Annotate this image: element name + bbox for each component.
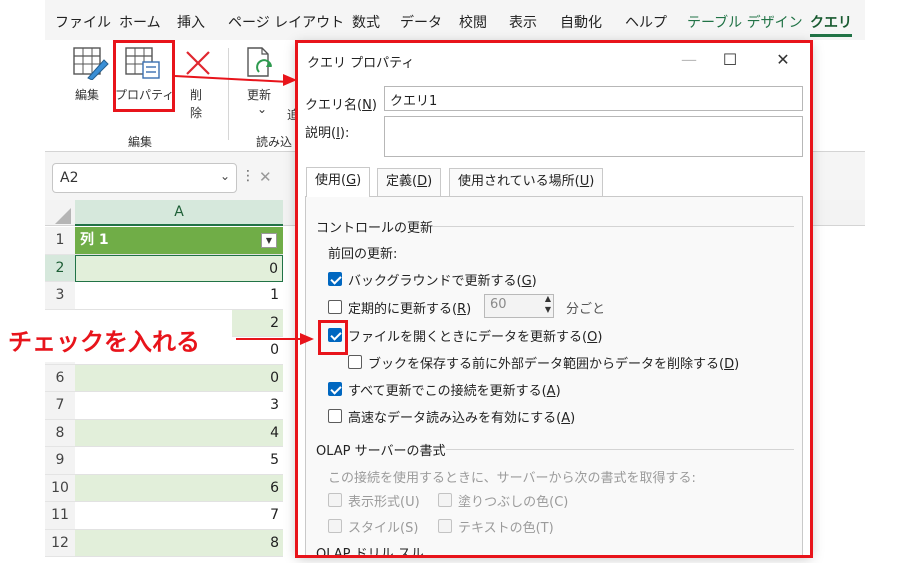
tab-usage[interactable]: 使用(G): [306, 167, 371, 197]
row-header[interactable]: 8: [45, 419, 75, 447]
row-header[interactable]: 6: [45, 364, 75, 392]
row-header[interactable]: 10: [45, 474, 75, 502]
delete-button-label-2: 除: [190, 106, 203, 120]
table-header-cell[interactable]: 列 1: [75, 227, 283, 255]
row-header[interactable]: 7: [45, 392, 75, 420]
menu-page-layout[interactable]: ページ レイアウト: [228, 12, 344, 32]
name-box-value: A2: [60, 170, 79, 186]
menu-bar: ファイル ホーム 挿入 ページ レイアウト 数式 データ 校閲 表示 自動化 ヘ…: [45, 0, 865, 40]
refresh-button-label[interactable]: 更新: [247, 86, 271, 103]
menu-data[interactable]: データ: [400, 12, 442, 32]
delete-button-label-1[interactable]: 削: [190, 86, 202, 103]
highlight-refresh-on-open-checkbox: [318, 320, 348, 355]
table-cell[interactable]: 8: [75, 529, 283, 557]
ribbon-group-edit: 編集: [128, 135, 153, 149]
table-cell[interactable]: 0: [75, 254, 283, 282]
edit-query-icon[interactable]: [73, 46, 109, 80]
menu-home[interactable]: ホーム: [119, 12, 161, 32]
row-header[interactable]: 1: [45, 227, 75, 255]
row-header[interactable]: 11: [45, 502, 75, 530]
callout-text: チェックを入れる: [8, 328, 200, 356]
ribbon-group-load: 読み込: [256, 135, 293, 149]
row-header[interactable]: 12: [45, 529, 75, 557]
highlight-properties-button: [113, 40, 175, 112]
edit-button-label[interactable]: 編集: [75, 86, 99, 103]
table-cell[interactable]: 3: [75, 392, 283, 420]
ribbon-separator: [228, 48, 229, 140]
menu-review[interactable]: 校閲: [459, 12, 487, 32]
table-cell[interactable]: 4: [75, 419, 283, 447]
arrow-head-icon: [300, 333, 314, 345]
arrow-line-callout: [236, 338, 302, 340]
refresh-icon[interactable]: [245, 46, 277, 80]
refresh-dropdown-icon[interactable]: ⌄: [257, 102, 267, 116]
menu-table-design[interactable]: テーブル デザイン: [687, 12, 803, 32]
menu-formulas[interactable]: 数式: [352, 12, 380, 32]
column-header-a[interactable]: A: [75, 200, 283, 226]
filter-dropdown-icon[interactable]: ▼: [261, 233, 277, 248]
menu-help[interactable]: ヘルプ: [625, 12, 667, 32]
more-options-icon[interactable]: ⋮: [241, 168, 255, 184]
menu-view[interactable]: 表示: [509, 12, 537, 32]
table-cell[interactable]: 5: [75, 447, 283, 475]
table-cell[interactable]: 7: [75, 502, 283, 530]
table-cell[interactable]: 6: [75, 474, 283, 502]
select-all-icon[interactable]: [55, 208, 71, 224]
chevron-down-icon[interactable]: ⌄: [220, 169, 230, 183]
row-header[interactable]: 2: [45, 254, 75, 282]
name-box[interactable]: A2 ⌄: [52, 163, 237, 193]
delete-query-icon[interactable]: [185, 50, 211, 76]
menu-automate[interactable]: 自動化: [560, 12, 602, 32]
table-cell[interactable]: 1: [75, 282, 283, 310]
menu-file[interactable]: ファイル: [55, 12, 111, 32]
table-cell[interactable]: 0: [75, 364, 283, 392]
highlight-dialog: [295, 40, 813, 558]
row-header[interactable]: 9: [45, 447, 75, 475]
cancel-formula-icon[interactable]: ✕: [259, 168, 272, 186]
menu-query[interactable]: クエリ: [810, 12, 852, 37]
background-fill: [865, 0, 908, 563]
menu-insert[interactable]: 挿入: [177, 12, 205, 32]
row-header[interactable]: 3: [45, 282, 75, 310]
